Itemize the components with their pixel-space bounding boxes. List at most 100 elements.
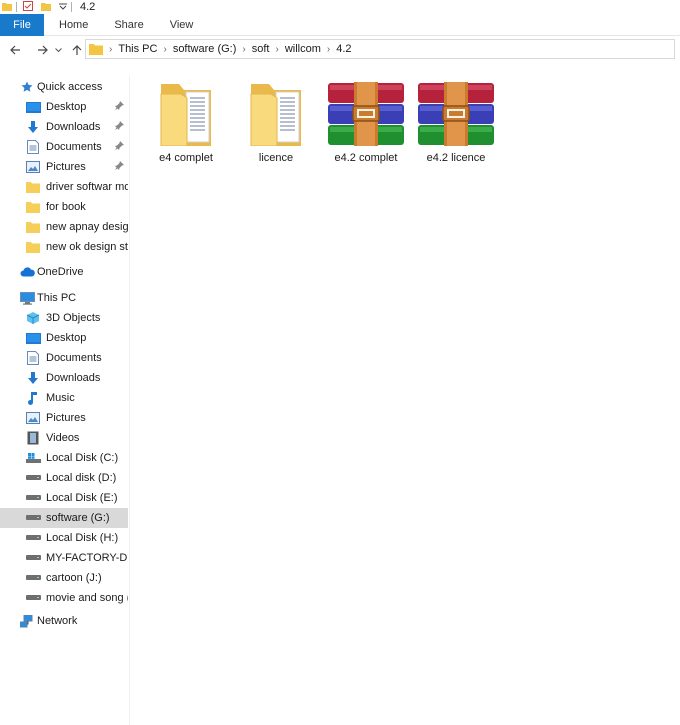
chevron-down-icon xyxy=(54,47,62,52)
document-icon xyxy=(25,139,41,155)
nav-software-g[interactable]: software (G:) xyxy=(0,508,128,528)
folder-icon xyxy=(25,219,41,235)
desktop-icon xyxy=(25,99,41,115)
nav-quick-access[interactable]: Quick access xyxy=(0,77,128,97)
nav-pc-desktop[interactable]: Desktop xyxy=(0,328,128,348)
file-item-e4-2-complet[interactable]: e4.2 complet xyxy=(321,78,411,168)
nav-pc-documents[interactable]: Documents xyxy=(0,348,128,368)
chevron-right-icon[interactable]: › xyxy=(109,44,112,55)
folder-icon xyxy=(25,239,41,255)
windows-drive-icon xyxy=(25,450,41,466)
breadcrumb-this-pc[interactable]: This PC xyxy=(118,43,157,55)
properties-icon[interactable] xyxy=(23,0,33,14)
nav-pc-pictures[interactable]: Pictures xyxy=(0,408,128,428)
drive-icon xyxy=(25,570,41,586)
drive-icon xyxy=(25,470,41,486)
breadcrumb-4-2[interactable]: 4.2 xyxy=(336,43,351,55)
navigation-pane: Quick access Desktop Downloads Documents… xyxy=(0,76,130,725)
file-item-licence[interactable]: licence xyxy=(231,78,321,168)
back-button[interactable] xyxy=(5,40,25,60)
arrow-up-icon xyxy=(72,45,82,55)
file-name: e4.2 licence xyxy=(426,152,486,164)
pictures-icon xyxy=(25,410,41,426)
title-bar: 4.2 xyxy=(0,0,680,13)
computer-icon xyxy=(19,290,35,306)
chevron-right-icon[interactable]: › xyxy=(327,44,330,55)
nav-network[interactable]: Network xyxy=(0,611,128,631)
nav-quick-new-ok-design[interactable]: new ok design stich xyxy=(0,237,128,257)
tab-home[interactable]: Home xyxy=(46,14,101,36)
desktop-icon xyxy=(25,330,41,346)
tab-view[interactable]: View xyxy=(157,14,207,36)
nav-local-disk-c[interactable]: Local Disk (C:) xyxy=(0,448,128,468)
breadcrumb-software-g[interactable]: software (G:) xyxy=(173,43,237,55)
chevron-right-icon[interactable]: › xyxy=(163,44,166,55)
nav-quick-for-book[interactable]: for book xyxy=(0,197,128,217)
breadcrumb-soft[interactable]: soft xyxy=(252,43,270,55)
nav-cartoon-j[interactable]: cartoon (J:) xyxy=(0,568,128,588)
recent-locations-button[interactable] xyxy=(53,40,63,60)
nav-pc-downloads[interactable]: Downloads xyxy=(0,368,128,388)
forward-button[interactable] xyxy=(33,40,53,60)
nav-music[interactable]: Music xyxy=(0,388,128,408)
navigation-bar: › This PC › software (G:) › soft › willc… xyxy=(0,38,680,62)
pictures-icon xyxy=(25,159,41,175)
cube-icon xyxy=(25,310,41,326)
download-arrow-icon xyxy=(25,119,41,135)
nav-3d-objects[interactable]: 3D Objects xyxy=(0,308,128,328)
nav-quick-desktop[interactable]: Desktop xyxy=(0,97,128,117)
nav-this-pc[interactable]: This PC xyxy=(0,288,128,308)
pin-icon[interactable] xyxy=(115,101,124,113)
drive-icon xyxy=(25,550,41,566)
file-name: licence xyxy=(258,152,294,164)
drive-icon xyxy=(25,490,41,506)
quick-access-dropdown-icon[interactable] xyxy=(59,0,67,14)
chevron-right-icon[interactable]: › xyxy=(275,44,278,55)
arrow-left-icon xyxy=(10,45,20,55)
nav-local-disk-e[interactable]: Local Disk (E:) xyxy=(0,488,128,508)
window-title: 4.2 xyxy=(80,0,96,13)
chevron-right-icon[interactable]: › xyxy=(242,44,245,55)
document-icon xyxy=(25,350,41,366)
nav-videos[interactable]: Videos xyxy=(0,428,128,448)
winrar-archive-icon xyxy=(411,78,501,146)
music-note-icon xyxy=(25,390,41,406)
cloud-icon xyxy=(19,264,35,280)
nav-local-disk-d[interactable]: Local disk (D:) xyxy=(0,468,128,488)
nav-quick-pictures[interactable]: Pictures xyxy=(0,157,128,177)
file-name: e4.2 complet xyxy=(334,152,398,164)
nav-movie-and-song-k[interactable]: movie and song (K: xyxy=(0,588,128,608)
new-folder-icon[interactable] xyxy=(41,0,51,14)
tab-share[interactable]: Share xyxy=(101,14,156,36)
tab-file[interactable]: File xyxy=(0,13,44,36)
nav-quick-downloads[interactable]: Downloads xyxy=(0,117,128,137)
nav-quick-new-apnay[interactable]: new apnay designs xyxy=(0,217,128,237)
breadcrumb-willcom[interactable]: willcom xyxy=(285,43,321,55)
winrar-archive-icon xyxy=(321,78,411,146)
folder-icon xyxy=(25,199,41,215)
folder-icon xyxy=(2,0,12,14)
folder-icon xyxy=(231,78,321,146)
up-button[interactable] xyxy=(67,40,87,60)
nav-local-disk-h[interactable]: Local Disk (H:) xyxy=(0,528,128,548)
folder-icon xyxy=(141,78,231,146)
drive-icon xyxy=(25,530,41,546)
download-arrow-icon xyxy=(25,370,41,386)
arrow-right-icon xyxy=(38,45,48,55)
folder-icon xyxy=(25,179,41,195)
pin-icon[interactable] xyxy=(115,161,124,173)
file-item-e4-complet[interactable]: e4 complet xyxy=(141,78,231,168)
pin-icon[interactable] xyxy=(115,121,124,133)
file-item-e4-2-licence[interactable]: e4.2 licence xyxy=(411,78,501,168)
star-icon xyxy=(19,79,35,95)
address-bar[interactable]: › This PC › software (G:) › soft › willc… xyxy=(85,39,675,59)
file-name: e4 complet xyxy=(159,152,213,164)
nav-quick-driver-softwar[interactable]: driver softwar mobi xyxy=(0,177,128,197)
file-view: e4 complet licence e4.2 complet e4.2 lic… xyxy=(131,76,680,725)
pin-icon[interactable] xyxy=(115,141,124,153)
network-icon xyxy=(19,613,35,629)
nav-my-factory-design[interactable]: MY-FACTORY-DESIG xyxy=(0,548,128,568)
nav-quick-documents[interactable]: Documents xyxy=(0,137,128,157)
folder-icon xyxy=(89,43,103,55)
nav-onedrive[interactable]: OneDrive xyxy=(0,262,128,282)
